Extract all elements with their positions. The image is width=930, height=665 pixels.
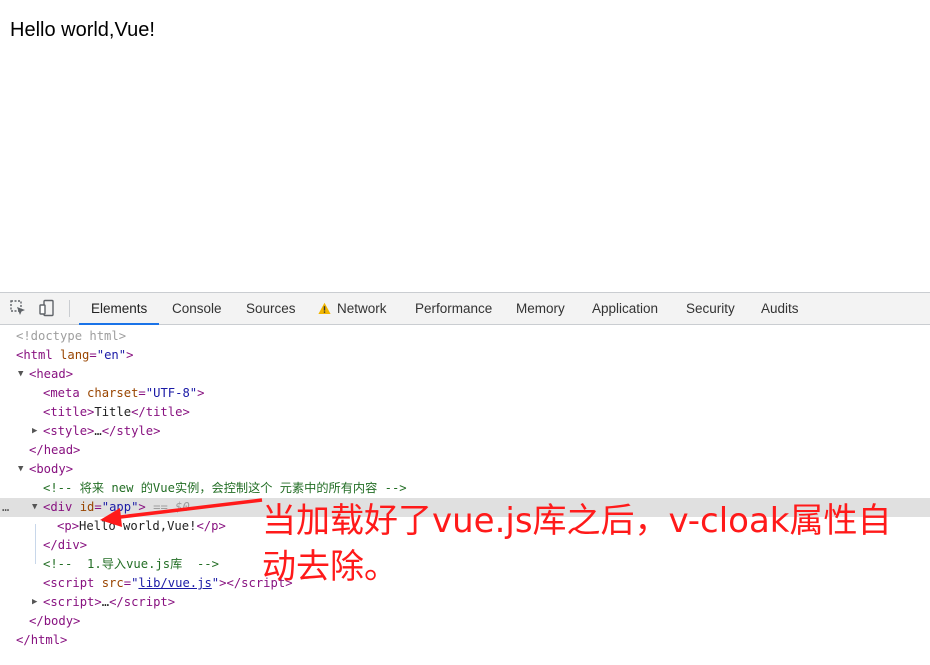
inspect-element-icon[interactable]	[9, 299, 27, 317]
page-viewport: Hello world,Vue!	[0, 0, 930, 292]
dom-line-head-close[interactable]: </head>	[0, 441, 930, 460]
tab-network[interactable]: Network	[337, 293, 387, 324]
expand-triangle-icon[interactable]: ▼	[18, 365, 23, 384]
expand-triangle-icon[interactable]: ▼	[18, 460, 23, 479]
network-warning-icon	[318, 302, 331, 314]
dom-line-body-close[interactable]: </body>	[0, 612, 930, 631]
dom-line-comment-vue[interactable]: <!-- 将来 new 的Vue实例，会控制这个 元素中的所有内容 -->	[0, 479, 930, 498]
dom-line-html-close[interactable]: </html>	[0, 631, 930, 650]
dom-line-body[interactable]: ▼ <body>	[0, 460, 930, 479]
script-src-link[interactable]: lib/vue.js	[138, 576, 211, 590]
tab-security[interactable]: Security	[686, 293, 735, 324]
tab-console[interactable]: Console	[172, 293, 222, 324]
annotation-text: 当加载好了vue.js库之后，v-cloak属性自动去除。	[262, 501, 892, 587]
tab-audits[interactable]: Audits	[761, 293, 799, 324]
tab-performance[interactable]: Performance	[415, 293, 492, 324]
page-hello-text: Hello world,Vue!	[10, 19, 155, 41]
selected-node-marker: == $0	[153, 500, 190, 514]
dom-line-doctype[interactable]: <!doctype html>	[0, 327, 930, 346]
devtools-tabbar: Elements Console Sources Network Perform…	[0, 293, 930, 325]
toolbar-divider	[69, 300, 70, 317]
device-toolbar-icon[interactable]	[38, 299, 56, 317]
dom-tree: <!doctype html> <html lang="en"> ▼ <head>…	[0, 325, 930, 665]
tab-elements[interactable]: Elements	[78, 293, 160, 325]
tab-application[interactable]: Application	[592, 293, 658, 324]
tab-memory[interactable]: Memory	[516, 293, 565, 324]
more-options-icon[interactable]: …	[2, 498, 9, 517]
collapse-triangle-icon[interactable]: ▶	[32, 422, 37, 441]
dom-line-meta[interactable]: <meta charset="UTF-8">	[0, 384, 930, 403]
expand-triangle-icon[interactable]: ▼	[32, 498, 37, 517]
devtools-panel: Elements Console Sources Network Perform…	[0, 292, 930, 665]
dom-line-title[interactable]: <title>Title</title>	[0, 403, 930, 422]
dom-line-style[interactable]: ▶ <style>…</style>	[0, 422, 930, 441]
tab-sources[interactable]: Sources	[246, 293, 296, 324]
dom-line-html[interactable]: <html lang="en">	[0, 346, 930, 365]
dom-line-script-inline[interactable]: ▶ <script>…</script>	[0, 593, 930, 612]
collapse-triangle-icon[interactable]: ▶	[32, 593, 37, 612]
doctype-text: <!doctype html>	[16, 329, 127, 343]
dom-line-head[interactable]: ▼ <head>	[0, 365, 930, 384]
